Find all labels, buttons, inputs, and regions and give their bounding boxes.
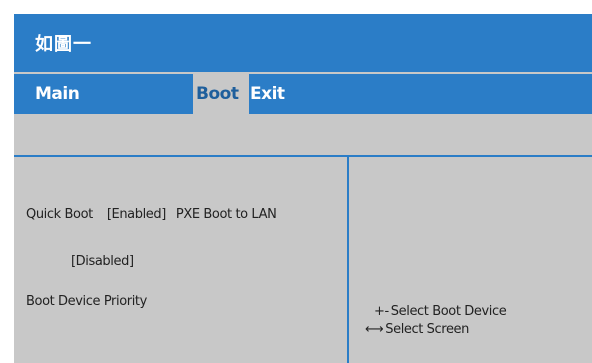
- quick-boot-row[interactable]: Quick Boot [Enabled] PXE Boot to LAN: [26, 207, 277, 222]
- help-select-screen: ⟷ Select Screen: [365, 322, 469, 337]
- header-band: [14, 116, 592, 148]
- panel-divider: [347, 157, 349, 363]
- help-select-device: +- Select Boot Device: [374, 304, 507, 319]
- window-title: 如圖一: [35, 34, 92, 55]
- menu-boot[interactable]: Boot: [193, 74, 249, 114]
- band-divider: [14, 155, 592, 157]
- menu-bar: Main Boot Exit: [14, 74, 592, 114]
- help-select-device-text: Select Boot Device: [390, 304, 507, 319]
- pxe-boot-label[interactable]: PXE Boot to LAN: [176, 207, 277, 222]
- left-right-arrow-icon: ⟷: [365, 322, 384, 337]
- menu-exit[interactable]: Exit: [250, 74, 285, 114]
- quick-boot-value[interactable]: [Enabled]: [107, 207, 166, 222]
- title-bar: 如圖一: [14, 14, 592, 72]
- menu-main[interactable]: Main: [35, 74, 80, 114]
- bios-window: 如圖一 Main Boot Exit Quick Boot [Enabled] PX…: [14, 14, 592, 363]
- quick-boot-label: Quick Boot: [26, 207, 93, 222]
- plus-minus-icon: +-: [374, 304, 389, 319]
- help-select-screen-text: Select Screen: [385, 322, 469, 337]
- pxe-boot-value[interactable]: [Disabled]: [71, 254, 134, 269]
- boot-device-priority[interactable]: Boot Device Priority: [26, 294, 147, 309]
